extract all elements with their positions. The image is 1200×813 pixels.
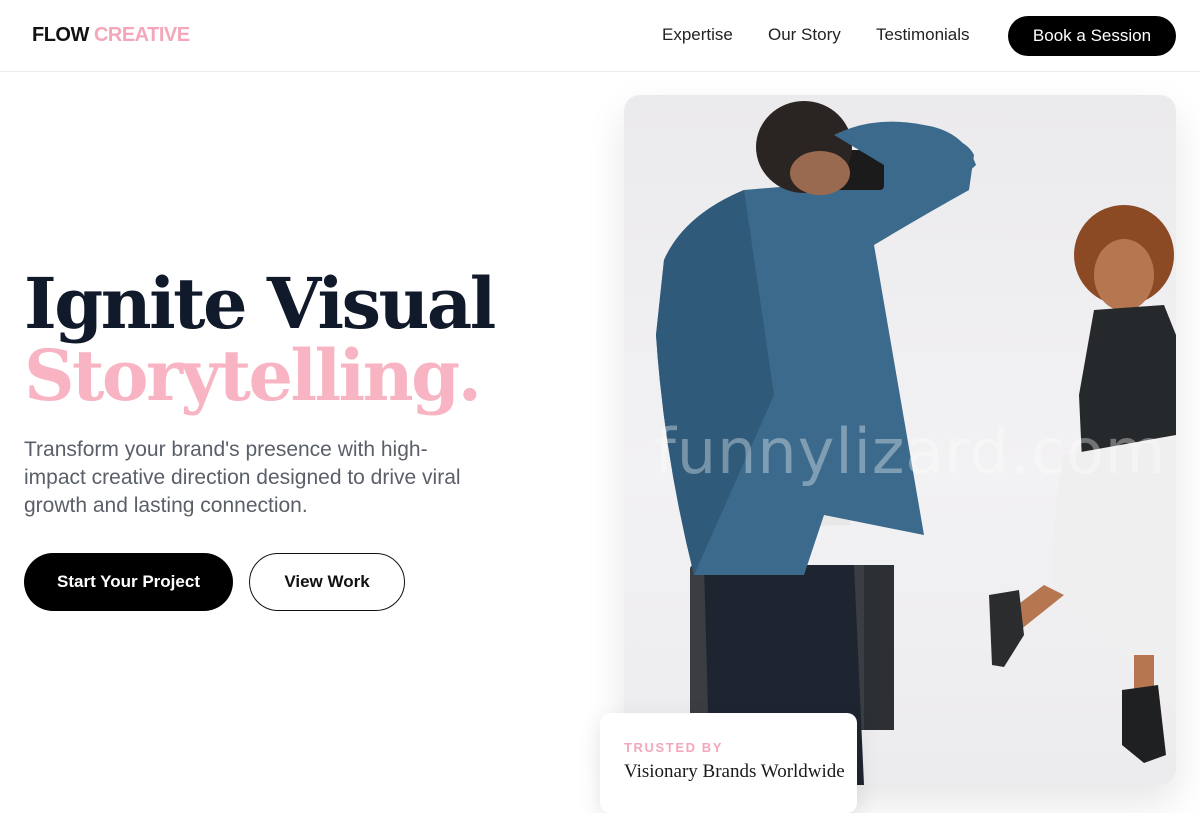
trust-card: TRUSTED BY Visionary Brands Worldwide (600, 713, 857, 813)
model-boot-left (989, 590, 1024, 667)
view-work-button[interactable]: View Work (249, 553, 405, 611)
image-watermark: funnylizard.com (654, 415, 1167, 488)
hero-subtitle: Transform your brand's presence with hig… (24, 438, 461, 517)
hero-title: Ignite Visual Storytelling. (24, 262, 496, 417)
logo-accent-text: CREATIVE (93, 24, 190, 46)
trust-text: Visionary Brands Worldwide (624, 761, 845, 782)
site-header: FLOW CREATIVE Expertise Our Story Testim… (0, 0, 1200, 72)
logo-primary-text: FLOW (32, 24, 89, 46)
hero-photo: funnylizard.com (624, 95, 1176, 785)
hero-title-line2: Storytelling. (24, 334, 482, 417)
nav-link-expertise[interactable]: Expertise (662, 25, 733, 45)
nav-link-our-story[interactable]: Our Story (768, 25, 841, 45)
model-face (1094, 239, 1154, 311)
brand-logo[interactable]: FLOW CREATIVE (32, 24, 190, 47)
hero-title-line1: Ignite Visual (24, 262, 496, 345)
trust-label: TRUSTED BY (624, 740, 724, 755)
book-session-button[interactable]: Book a Session (1008, 16, 1176, 56)
nav-link-testimonials[interactable]: Testimonials (876, 25, 970, 45)
start-project-button[interactable]: Start Your Project (24, 553, 233, 611)
